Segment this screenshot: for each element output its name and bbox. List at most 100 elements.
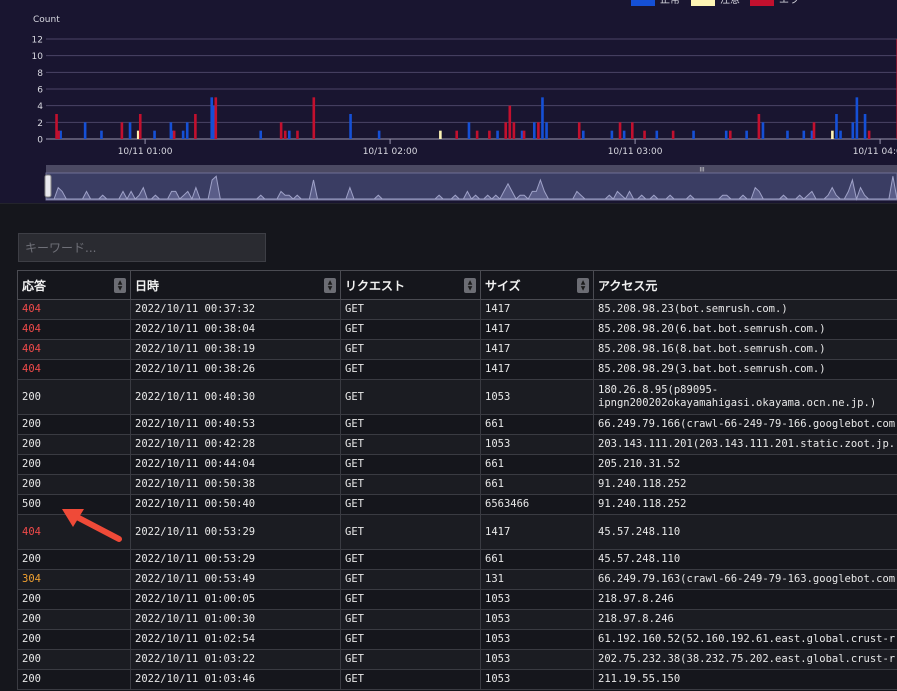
chart-bar	[851, 122, 855, 139]
legend-swatch	[750, 0, 774, 6]
column-header-size[interactable]: サイズ ▲ ▼	[480, 270, 594, 300]
chart-bar	[745, 130, 748, 139]
chart-bar	[724, 130, 728, 139]
table-row[interactable]: 200 2022/10/11 01:03:46 GET 1053 211.19.55.1…	[17, 669, 897, 690]
table-row[interactable]: 200 2022/10/11 00:40:30 GET 1053 180.26.8.95…	[17, 379, 897, 415]
chart-bar	[120, 122, 124, 139]
chart-bar	[504, 122, 508, 139]
size-cell: 661	[480, 454, 594, 475]
size-cell: 1053	[480, 434, 594, 455]
table-row[interactable]: 200 2022/10/11 00:50:38 GET 661 91.240.118.2…	[17, 474, 897, 495]
chart-bar	[138, 114, 142, 139]
chart-bar	[855, 97, 859, 139]
table-row[interactable]: 200 2022/10/11 01:00:30 GET 1053 218.97.8.24…	[17, 609, 897, 630]
table-row[interactable]: 404 2022/10/11 00:53:29 GET 1417 45.57.248.1…	[17, 514, 897, 550]
chart-bar	[377, 130, 381, 139]
size-cell: 1053	[480, 669, 594, 690]
source-cell: 85.208.98.23(bot.semrush.com.)	[593, 299, 897, 320]
request-cell: GET	[340, 609, 481, 630]
chart-bar	[283, 130, 287, 139]
chart-bar	[467, 122, 471, 139]
column-header-request[interactable]: リクエスト ▲ ▼	[340, 270, 481, 300]
chart-bar	[439, 130, 442, 139]
table-row[interactable]: 404 2022/10/11 00:38:26 GET 1417 85.208.98.2…	[17, 359, 897, 380]
table-row[interactable]: 404 2022/10/11 00:38:04 GET 1417 85.208.98.2…	[17, 319, 897, 340]
source-cell: 85.208.98.16(8.bat.bot.semrush.com.)	[593, 339, 897, 360]
request-cell: GET	[340, 569, 481, 590]
source-cell: 211.19.55.150	[593, 669, 897, 690]
datetime-cell: 2022/10/11 00:53:29	[130, 549, 341, 570]
table-row[interactable]: 200 2022/10/11 01:03:22 GET 1053 202.75.232.…	[17, 649, 897, 670]
source-cell: 91.240.118.252	[593, 494, 897, 515]
table-row[interactable]: 200 2022/10/11 00:53:29 GET 661 45.57.248.11…	[17, 549, 897, 570]
chart-bar	[839, 130, 842, 139]
datetime-cell: 2022/10/11 00:44:04	[130, 454, 341, 475]
size-cell: 1053	[480, 629, 594, 650]
chart-bar	[533, 122, 536, 139]
table-row[interactable]: 500 2022/10/11 00:50:40 GET 6563466 91.240.1…	[17, 494, 897, 515]
request-cell: GET	[340, 379, 481, 415]
chart-bar	[643, 130, 646, 139]
chart-bar	[496, 130, 499, 139]
table-row[interactable]: 200 2022/10/11 01:02:54 GET 1053 61.192.160.…	[17, 629, 897, 650]
status-cell: 200	[17, 454, 131, 475]
table-row[interactable]: 200 2022/10/11 01:00:05 GET 1053 218.97.8.24…	[17, 589, 897, 610]
status-cell: 200	[17, 474, 131, 495]
status-cell: 200	[17, 669, 131, 690]
source-cell: 66.249.79.163(crawl-66-249-79-163.google…	[593, 569, 897, 590]
table-row[interactable]: 200 2022/10/11 00:44:04 GET 661 205.210.31.5…	[17, 454, 897, 475]
response-count-chart[interactable]: 0 2 4 6 8 10 12 Count 正常 注意 エラー 10/11 01:00 10/11 02…	[0, 0, 897, 203]
panel-separator	[0, 203, 897, 222]
size-cell: 1417	[480, 299, 594, 320]
table-row[interactable]: 404 2022/10/11 00:37:32 GET 1417 85.208.98.2…	[17, 299, 897, 320]
table-row[interactable]: 404 2022/10/11 00:38:19 GET 1417 85.208.98.1…	[17, 339, 897, 360]
request-cell: GET	[340, 414, 481, 435]
source-cell: 66.249.79.166(crawl-66-249-79-166.google…	[593, 414, 897, 435]
arrow-shaft	[72, 513, 122, 542]
chart-bar	[757, 114, 761, 139]
status-cell: 200	[17, 649, 131, 670]
source-cell: 45.57.248.110	[593, 549, 897, 570]
chart-bar	[100, 130, 103, 139]
size-cell: 1053	[480, 649, 594, 670]
source-cell: 218.97.8.246	[593, 609, 897, 630]
keyword-search-input[interactable]	[18, 233, 266, 262]
request-cell: GET	[340, 589, 481, 610]
chart-bar	[655, 130, 659, 139]
column-header-datetime[interactable]: 日時 ▲ ▼	[130, 270, 341, 300]
chart-bar	[631, 122, 634, 139]
sort-toggle-icon[interactable]: ▲ ▼	[577, 278, 589, 293]
sort-toggle-icon[interactable]: ▲ ▼	[114, 278, 126, 293]
y-tick-label: 4	[37, 102, 43, 112]
chart-bar	[172, 130, 176, 139]
chart-bar	[867, 130, 871, 139]
sort-toggle-icon[interactable]: ▲ ▼	[324, 278, 336, 293]
legend-label: 注意	[720, 0, 740, 6]
table-header-row: 応答 ▲ ▼ 日時 ▲ ▼ リクエスト ▲ ▼ サイズ ▲ ▼ アクセス元	[17, 270, 897, 300]
column-header-status[interactable]: 応答 ▲ ▼	[17, 270, 131, 300]
size-cell: 661	[480, 414, 594, 435]
table-row[interactable]: 200 2022/10/11 00:40:53 GET 661 66.249.79.16…	[17, 414, 897, 435]
chart-bar	[622, 130, 626, 139]
source-cell: 85.208.98.20(6.bat.bot.semrush.com.)	[593, 319, 897, 340]
status-cell: 404	[17, 359, 131, 380]
source-cell: 85.208.98.29(3.bat.bot.semrush.com.)	[593, 359, 897, 380]
request-cell: GET	[340, 319, 481, 340]
request-cell: GET	[340, 339, 481, 360]
x-tick-label: 10/11 02:00	[363, 147, 418, 157]
source-cell: 45.57.248.110	[593, 514, 897, 550]
table-row[interactable]: 200 2022/10/11 00:42:28 GET 1053 203.143.111…	[17, 434, 897, 455]
table-row[interactable]: 304 2022/10/11 00:53:49 GET 131 66.249.79.16…	[17, 569, 897, 590]
request-cell: GET	[340, 669, 481, 690]
column-header-label: リクエスト	[345, 278, 406, 293]
size-cell: 661	[480, 549, 594, 570]
y-axis-title: Count	[33, 15, 60, 25]
chart-bar	[128, 122, 132, 139]
request-cell: GET	[340, 474, 481, 495]
status-cell: 200	[17, 434, 131, 455]
x-tick-label: 10/11 01:00	[118, 147, 173, 157]
status-cell: 404	[17, 339, 131, 360]
sort-toggle-icon[interactable]: ▲ ▼	[464, 278, 476, 293]
column-header-source[interactable]: アクセス元	[593, 270, 897, 300]
chart-bar	[522, 130, 526, 139]
